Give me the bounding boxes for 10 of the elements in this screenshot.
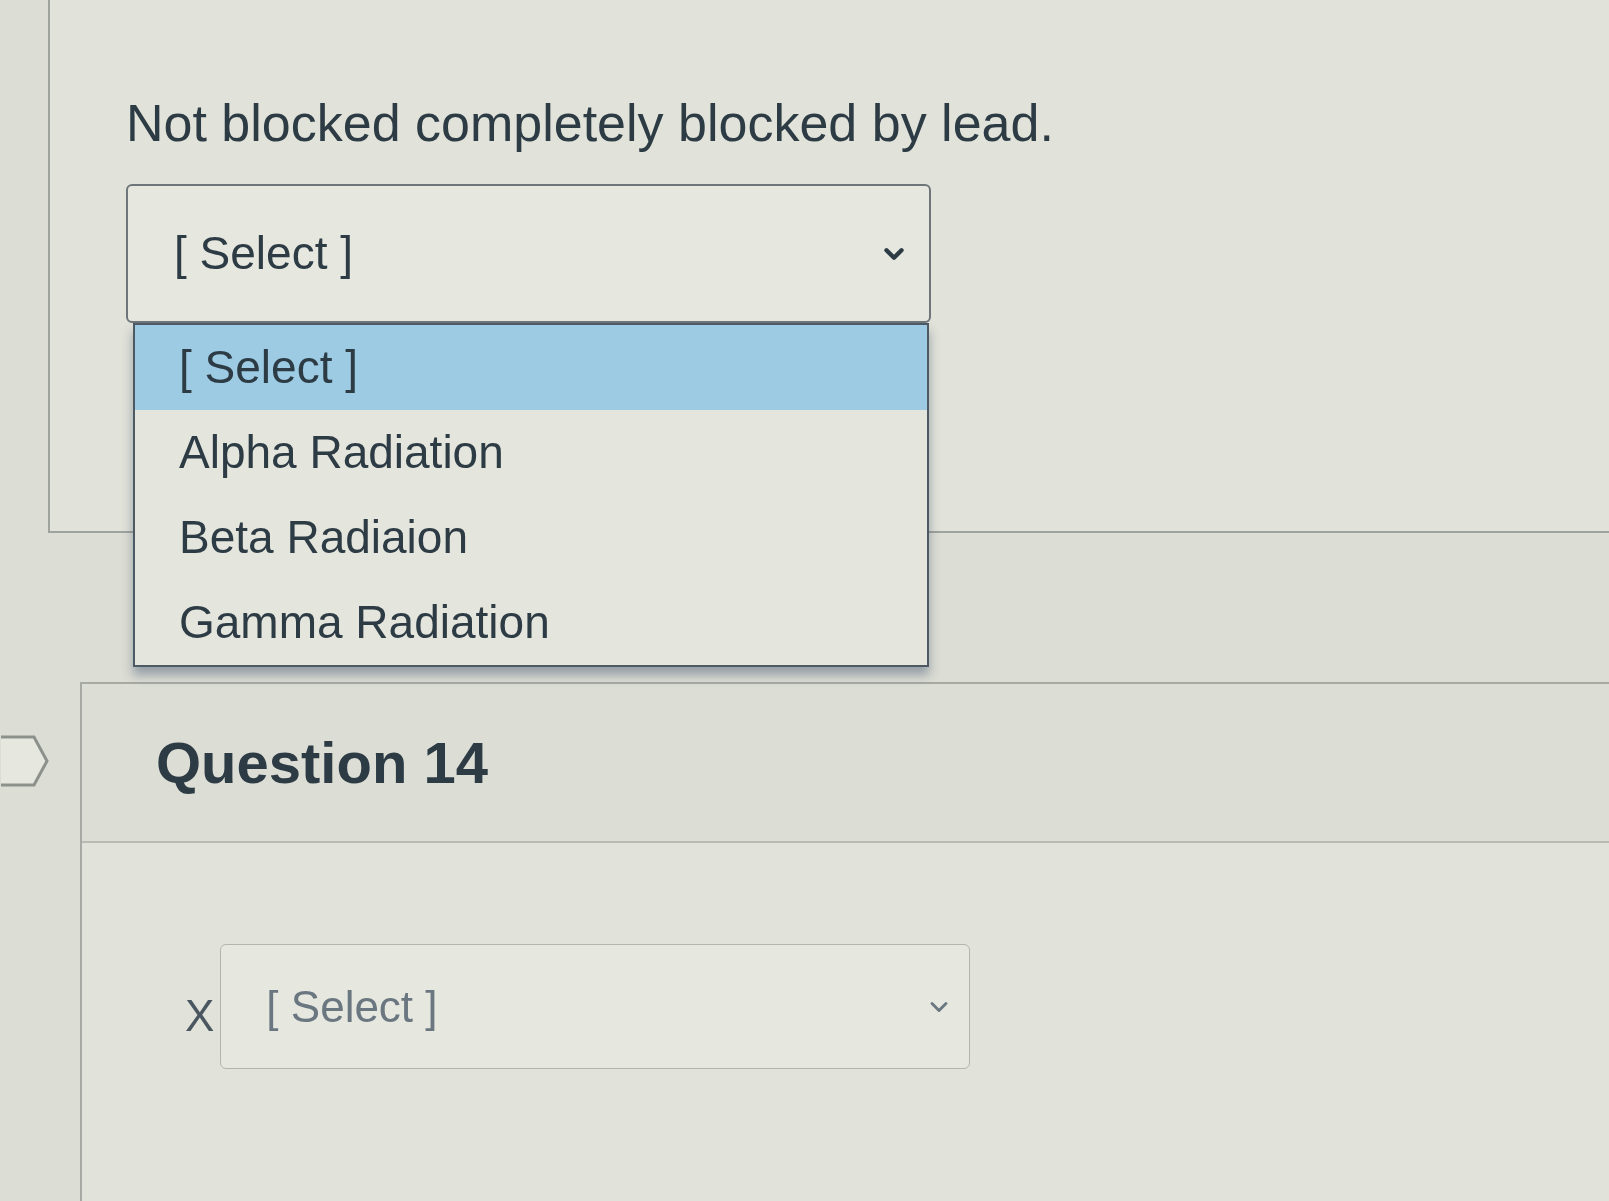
dropdown-option[interactable]: [ Select ] [135, 325, 927, 410]
dropdown-option[interactable]: Beta Radiaion [135, 495, 927, 580]
select-dropdown[interactable]: [ Select ] [220, 944, 971, 1069]
select-dropdown[interactable]: [ Select ] [126, 184, 931, 323]
dropdown-option[interactable]: Alpha Radiation [135, 410, 927, 495]
question-title: Question 14 [156, 729, 488, 797]
question-text: Not blocked completely blocked by lead. [126, 93, 1054, 154]
dropdown-option[interactable]: Gamma Radiation [135, 580, 927, 665]
flag-icon[interactable] [0, 734, 49, 788]
prompt-text: X [185, 989, 215, 1042]
